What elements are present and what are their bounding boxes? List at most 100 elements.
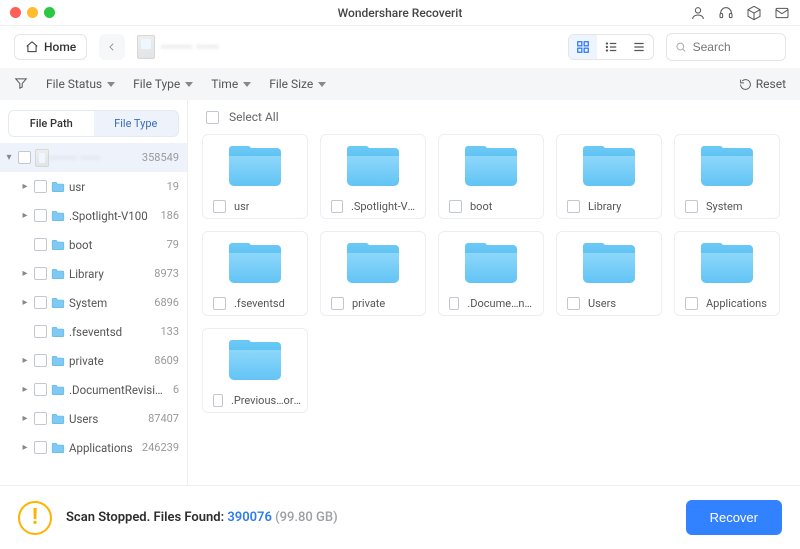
drive-icon: [35, 149, 49, 167]
folder-icon: [465, 243, 517, 283]
package-icon[interactable]: [746, 5, 762, 21]
chevron-right-icon[interactable]: ▾: [4, 152, 14, 163]
folder-icon: [51, 413, 65, 425]
filter-file-size[interactable]: File Size: [269, 77, 326, 91]
tree-item[interactable]: ▸.Spotlight-V100186: [0, 201, 187, 230]
tree-item[interactable]: ▸.fseventsd133: [0, 317, 187, 346]
folder-icon: [51, 326, 65, 338]
view-details[interactable]: [625, 35, 653, 59]
maximize-window[interactable]: [44, 7, 55, 18]
reset-icon: [739, 78, 752, 91]
tile-checkbox[interactable]: [567, 200, 580, 213]
search-input[interactable]: [693, 40, 777, 54]
folder-tile[interactable]: Users: [556, 231, 662, 316]
folder-tile[interactable]: .Docume…ns-V100: [438, 231, 544, 316]
tile-checkbox[interactable]: [567, 297, 580, 310]
folder-icon: [51, 384, 65, 396]
tree-count: 79: [167, 238, 179, 251]
tree-checkbox[interactable]: [34, 209, 47, 222]
files-found-size: (99.80 GB): [272, 510, 338, 525]
tree-item[interactable]: ▸boot79: [0, 230, 187, 259]
filter-file-status[interactable]: File Status: [46, 77, 115, 91]
search-box[interactable]: [666, 33, 786, 61]
view-grid[interactable]: [569, 35, 597, 59]
tree-checkbox[interactable]: [18, 151, 31, 164]
tab-file-path[interactable]: File Path: [9, 111, 94, 136]
status-prefix: Scan Stopped. Files Found:: [66, 510, 227, 525]
chevron-right-icon[interactable]: ▸: [20, 413, 30, 424]
tree-checkbox[interactable]: [34, 296, 47, 309]
filter-time[interactable]: Time: [211, 77, 251, 91]
support-icon[interactable]: [718, 5, 734, 21]
folder-tile[interactable]: Library: [556, 134, 662, 219]
tree-item[interactable]: ▸Applications246239: [0, 433, 187, 462]
tile-checkbox[interactable]: [685, 297, 698, 310]
folder-tile[interactable]: .Spotlight-V100: [320, 134, 426, 219]
tile-name: .Spotlight-V100: [351, 200, 419, 213]
tree-count: 246239: [142, 441, 179, 454]
tile-checkbox[interactable]: [213, 297, 226, 310]
folder-tile[interactable]: .Previous…ormation: [202, 328, 308, 413]
home-button[interactable]: Home: [14, 34, 87, 60]
tree-checkbox[interactable]: [34, 383, 47, 396]
chevron-right-icon[interactable]: ▸: [20, 210, 30, 221]
tree-checkbox[interactable]: [34, 238, 47, 251]
tree-checkbox[interactable]: [34, 325, 47, 338]
select-all-row[interactable]: Select All: [202, 110, 786, 124]
tree-checkbox[interactable]: [34, 267, 47, 280]
tree-item[interactable]: ▸usr19: [0, 172, 187, 201]
reset-button[interactable]: Reset: [739, 77, 786, 91]
chevron-right-icon[interactable]: ▸: [20, 181, 30, 192]
folder-icon: [347, 146, 399, 186]
tree-item[interactable]: ▸System6896: [0, 288, 187, 317]
folder-tile[interactable]: usr: [202, 134, 308, 219]
chevron-right-icon[interactable]: ▸: [20, 297, 30, 308]
chevron-right-icon[interactable]: ▸: [20, 384, 30, 395]
folder-tile[interactable]: private: [320, 231, 426, 316]
select-all-checkbox[interactable]: [206, 111, 219, 124]
tree-checkbox[interactable]: [34, 354, 47, 367]
tile-checkbox[interactable]: [213, 200, 226, 213]
tab-file-type[interactable]: File Type: [94, 111, 179, 136]
folder-tile[interactable]: boot: [438, 134, 544, 219]
tree-item[interactable]: ▾······· ·····358549: [0, 143, 187, 172]
tile-name: usr: [234, 200, 249, 213]
tree-item[interactable]: ▸private8609: [0, 346, 187, 375]
tree-checkbox[interactable]: [34, 441, 47, 454]
tile-checkbox[interactable]: [213, 394, 223, 407]
tile-checkbox[interactable]: [685, 200, 698, 213]
account-icon[interactable]: [690, 5, 706, 21]
select-all-label: Select All: [229, 110, 279, 124]
chevron-right-icon[interactable]: ▸: [20, 442, 30, 453]
filter-file-type[interactable]: File Type: [133, 77, 193, 91]
tree-item[interactable]: ▸Users87407: [0, 404, 187, 433]
tile-checkbox[interactable]: [449, 297, 459, 310]
folder-icon: [229, 340, 281, 380]
folder-tile[interactable]: .fseventsd: [202, 231, 308, 316]
feedback-icon[interactable]: [774, 5, 790, 21]
view-list[interactable]: [597, 35, 625, 59]
tile-checkbox[interactable]: [449, 200, 462, 213]
tree-count: 186: [160, 209, 179, 222]
filter-icon[interactable]: [14, 76, 28, 93]
tree-label: boot: [69, 238, 163, 252]
tile-checkbox[interactable]: [331, 200, 343, 213]
tile-checkbox[interactable]: [331, 297, 344, 310]
minimize-window[interactable]: [27, 7, 38, 18]
tree-checkbox[interactable]: [34, 412, 47, 425]
tree-checkbox[interactable]: [34, 180, 47, 193]
sidebar-tree[interactable]: ▾······· ·····358549▸usr19▸.Spotlight-V1…: [0, 143, 187, 485]
tree-item[interactable]: ▸.DocumentRevision…6: [0, 375, 187, 404]
tree-label: private: [69, 354, 150, 368]
chevron-right-icon[interactable]: ▸: [20, 355, 30, 366]
chevron-right-icon[interactable]: ▸: [20, 268, 30, 279]
tree-label: .fseventsd: [69, 325, 156, 339]
folder-tile[interactable]: Applications: [674, 231, 780, 316]
folder-icon: [51, 268, 65, 280]
folder-tile[interactable]: System: [674, 134, 780, 219]
recover-button[interactable]: Recover: [686, 500, 782, 535]
back-button[interactable]: [99, 34, 125, 60]
tree-item[interactable]: ▸Library8973: [0, 259, 187, 288]
folder-icon: [347, 243, 399, 283]
close-window[interactable]: [10, 7, 21, 18]
